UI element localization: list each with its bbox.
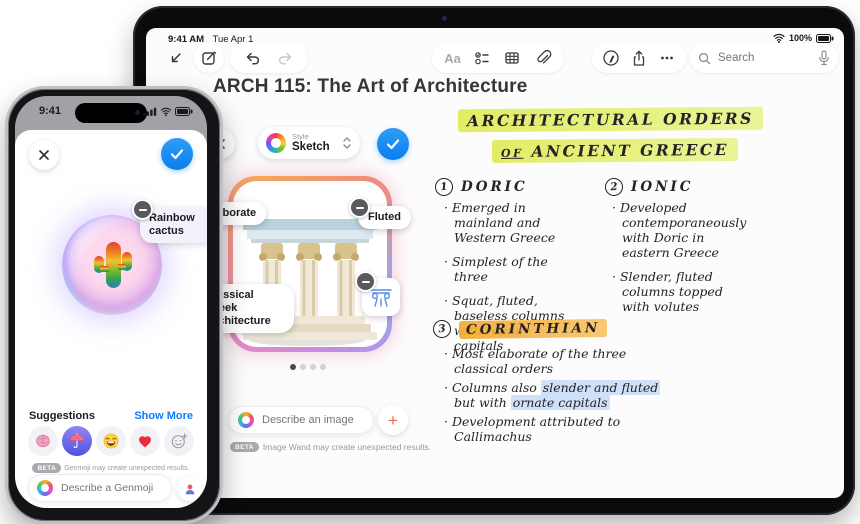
corinthian-heading: 3 CORINTHIAN [432, 318, 608, 340]
ionic-heading: 2 IONIC [604, 177, 693, 197]
checklist-icon[interactable] [473, 49, 491, 67]
redo-button[interactable] [276, 49, 294, 67]
beta-badge: BETA [32, 463, 62, 473]
doric-heading: 1 DORIC [434, 177, 528, 197]
tag-rainbow-cactus[interactable]: Rainbow cactus [132, 199, 207, 243]
style-picker[interactable]: Style Sketch [258, 127, 360, 159]
heart-emoji[interactable] [130, 426, 160, 456]
suggestions-label: Suggestions [29, 410, 96, 422]
chevron-up-down-icon [343, 137, 351, 149]
add-prompt-button[interactable]: + [378, 405, 408, 435]
iphone-status-time: 9:41 [39, 105, 62, 117]
battery-icon [816, 33, 834, 43]
genmoji-close-button[interactable] [29, 140, 59, 170]
genmoji-accept-button[interactable] [161, 138, 193, 170]
battery-icon [175, 107, 193, 116]
ionic-notes: · Developed contemporaneously with Doric … [612, 200, 747, 314]
more-icon[interactable] [658, 49, 676, 67]
laughing-emoji[interactable] [96, 426, 126, 456]
style-label: Style [292, 131, 309, 141]
corinthian-notes: · Most elaborate of the three classical o… [444, 346, 661, 444]
plus-icon: + [388, 410, 398, 430]
iphone-device: 9:41 Rainbow cactus Suggestions Show Mor… [5, 86, 223, 524]
wifi-icon [773, 33, 785, 43]
dynamic-island [75, 103, 147, 123]
image-pagination-dots[interactable] [290, 364, 326, 370]
iphone-screen: 9:41 Rainbow cactus Suggestions Show Mor… [15, 96, 207, 508]
table-icon[interactable] [503, 49, 521, 67]
notes-heading-line2: OF ANCIENT GREECE [491, 137, 739, 164]
compose-button[interactable] [194, 43, 224, 73]
image-wand-beta-note: BETA Image Wand may create unexpected re… [230, 442, 431, 452]
add-emoji-icon[interactable] [164, 426, 194, 456]
person-icon [185, 484, 194, 494]
compose-icon [202, 51, 217, 65]
iphone-status-bar: 9:41 [15, 102, 207, 123]
front-camera [135, 110, 140, 115]
close-icon [39, 150, 49, 160]
describe-image-input[interactable] [260, 413, 364, 427]
style-wheel-icon [266, 133, 286, 153]
ipad-battery-percent: 100% [788, 33, 812, 43]
undo-button[interactable] [244, 49, 262, 67]
search-field[interactable] [690, 43, 838, 73]
signal-icon [143, 107, 157, 116]
ipad-status-time: 9:41 AM [168, 34, 205, 45]
checkmark-icon [386, 139, 400, 150]
ai-flower-icon [37, 480, 53, 496]
share-icon[interactable] [630, 49, 648, 67]
accept-image-button[interactable] [377, 128, 409, 160]
search-icon [698, 52, 711, 64]
genmoji-beta-note: BETA Genmoji may create unexpected resul… [15, 463, 207, 473]
describe-genmoji-field[interactable] [28, 474, 172, 502]
beta-badge: BETA [230, 442, 259, 452]
ai-flower-icon [238, 412, 254, 428]
mic-icon[interactable] [818, 50, 830, 66]
search-input[interactable] [716, 51, 813, 65]
markup-icon[interactable] [602, 49, 620, 67]
checkmark-icon [170, 149, 184, 160]
ipad-screen: 9:41 AM Tue Apr 1 100% Aa Search ARCH 11… [146, 28, 844, 498]
page-title: ARCH 115: The Art of Architecture [213, 76, 528, 97]
minus-icon[interactable] [349, 197, 370, 218]
suggestion-row [28, 426, 194, 456]
attachment-icon[interactable] [534, 49, 552, 67]
rainbow-cactus-genmoji [94, 242, 132, 288]
text-format-button[interactable]: Aa [444, 51, 461, 66]
notes-heading-line1: ARCHITECTURAL ORDERS [457, 106, 763, 133]
people-button[interactable] [177, 476, 202, 501]
collapse-icon[interactable] [166, 50, 184, 68]
ipad-device: 9:41 AM Tue Apr 1 100% Aa Search ARCH 11… [133, 6, 855, 515]
ipad-camera [442, 16, 447, 21]
minus-icon[interactable] [132, 199, 153, 220]
describe-genmoji-input[interactable] [59, 481, 163, 495]
column-sketch-thumbnail[interactable] [355, 271, 400, 316]
brain-emoji[interactable] [28, 426, 58, 456]
describe-image-field[interactable] [228, 406, 374, 434]
tag-fluted[interactable]: Fluted [349, 197, 411, 229]
show-more-link[interactable]: Show More [134, 410, 193, 422]
wifi-icon [160, 107, 172, 116]
minus-icon[interactable] [355, 271, 376, 292]
umbrella-emoji[interactable] [62, 426, 92, 456]
style-value: Sketch [292, 141, 330, 153]
